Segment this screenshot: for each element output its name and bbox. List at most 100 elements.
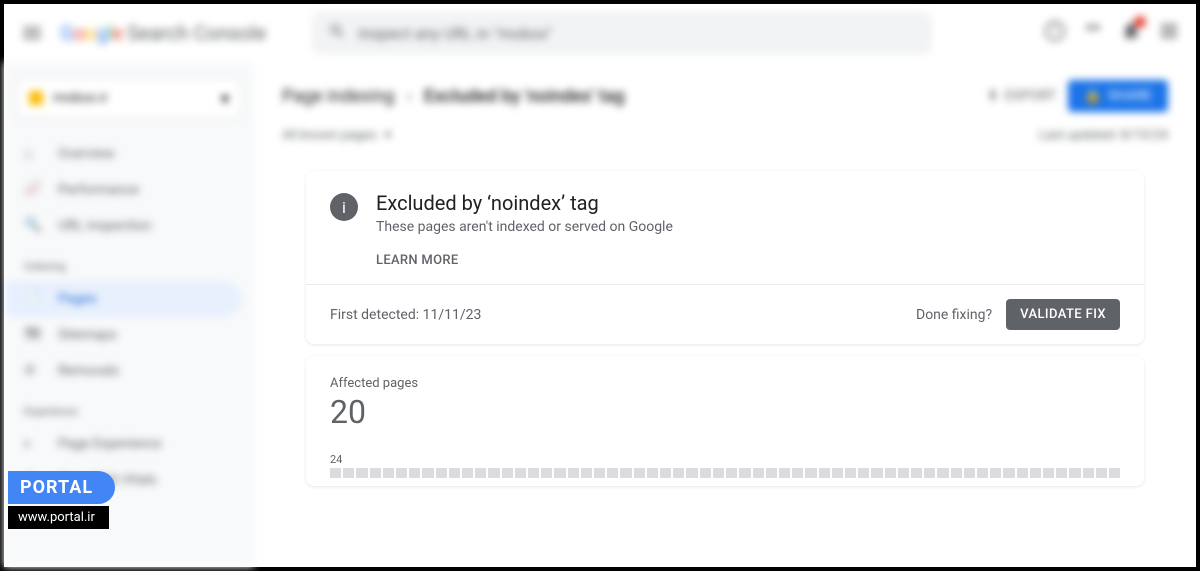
- chart-bar: [607, 468, 618, 478]
- people-icon[interactable]: [1082, 20, 1104, 46]
- chart-y-tick: 24: [330, 453, 1120, 466]
- search-placeholder: Inspect any URL in "mobox": [358, 24, 552, 43]
- chart-bar: [739, 468, 750, 478]
- breadcrumb-current: Excluded by 'noindex' tag: [424, 86, 625, 107]
- chart-bar: [686, 468, 697, 478]
- breadcrumb-parent[interactable]: Page indexing: [282, 86, 395, 107]
- sidebar-item-pages[interactable]: 📄 Pages: [4, 281, 242, 317]
- download-icon: ⬇: [987, 88, 999, 104]
- sidebar-item-sitemaps[interactable]: 🗺 Sitemaps: [4, 317, 242, 353]
- watermark-url: www.portal.ir: [8, 506, 109, 529]
- chart-bar: [858, 468, 869, 478]
- help-icon[interactable]: ?: [1044, 20, 1066, 46]
- chart-bar: [541, 468, 552, 478]
- chart-bar: [673, 468, 684, 478]
- block-icon: ⊘: [24, 362, 42, 380]
- last-updated: Last updated: 8/10/24: [1039, 128, 1168, 143]
- export-label: EXPORT: [1005, 88, 1057, 104]
- chart-bar: [713, 468, 724, 478]
- chart-bar: [568, 468, 579, 478]
- chart-bar: [1043, 468, 1054, 478]
- sidebar-item-label: Page Experience: [58, 436, 161, 452]
- chevron-down-icon: ▾: [385, 128, 392, 143]
- chart-bar: [871, 468, 882, 478]
- affected-count: 20: [330, 393, 1120, 431]
- chart-bar: [1069, 468, 1080, 478]
- chart-bar: [370, 468, 381, 478]
- trending-icon: 📈: [24, 181, 42, 199]
- notifications-icon[interactable]: [1120, 20, 1142, 46]
- learn-more-link[interactable]: LEARN MORE: [376, 253, 673, 268]
- chart-bar: [1030, 468, 1041, 478]
- chart-bar: [964, 468, 975, 478]
- chart-bar: [409, 468, 420, 478]
- chevron-down-icon: ▾: [221, 89, 229, 108]
- search-icon: 🔍: [24, 217, 42, 235]
- share-label: SHARE: [1108, 88, 1152, 104]
- menu-icon[interactable]: [20, 21, 44, 45]
- chart-bar: [911, 468, 922, 478]
- app-logo: Google Search Console: [60, 21, 266, 45]
- property-selector[interactable]: mobox.ir ▾: [16, 78, 242, 118]
- chart-bar: [581, 468, 592, 478]
- validate-fix-button[interactable]: VALIDATE FIX: [1006, 299, 1120, 330]
- chart-bar: [634, 468, 645, 478]
- issue-title: Excluded by ‘noindex’ tag: [376, 191, 673, 215]
- watermark: PORTAL www.portal.ir: [8, 471, 115, 529]
- property-name: mobox.ir: [53, 90, 211, 106]
- chart-bar: [805, 468, 816, 478]
- chart-bar: [937, 468, 948, 478]
- chart-bar: [396, 468, 407, 478]
- apps-icon[interactable]: [1158, 20, 1180, 46]
- sidebar-section-experience: Experience: [4, 397, 254, 426]
- sidebar-item-url-inspection[interactable]: 🔍 URL inspection: [4, 208, 242, 244]
- chart-bar: [502, 468, 513, 478]
- chart-bar: [766, 468, 777, 478]
- sidebar-section-indexing: Indexing: [4, 252, 254, 281]
- sidebar-item-performance[interactable]: 📈 Performance: [4, 172, 242, 208]
- chart-bar: [990, 468, 1001, 478]
- property-favicon: [29, 91, 43, 105]
- chart-bar: [528, 468, 539, 478]
- sidebar-item-removals[interactable]: ⊘ Removals: [4, 353, 242, 389]
- chart-bar: [832, 468, 843, 478]
- sidebar-item-label: Pages: [58, 291, 97, 307]
- affected-chart: 24: [330, 453, 1120, 478]
- lock-icon: 🔒: [1084, 88, 1101, 104]
- chart-bar: [594, 468, 605, 478]
- chart-bar: [924, 468, 935, 478]
- chart-bar: [462, 468, 473, 478]
- chart-bar: [977, 468, 988, 478]
- first-detected: First detected: 11/11/23: [330, 307, 481, 323]
- gauge-icon: ◐: [24, 435, 42, 453]
- sidebar-item-label: Overview: [58, 146, 115, 162]
- sitemap-icon: 🗺: [24, 326, 42, 344]
- chart-bar: [1083, 468, 1094, 478]
- sidebar-item-label: Removals: [58, 363, 119, 379]
- filter-chip[interactable]: All known pages ▾: [282, 128, 391, 143]
- chevron-right-icon: ›: [407, 86, 412, 107]
- chart-bar: [792, 468, 803, 478]
- issue-subtitle: These pages aren't indexed or served on …: [376, 219, 673, 235]
- sidebar-item-label: Performance: [58, 182, 139, 198]
- sidebar-item-page-experience[interactable]: ◐ Page Experience: [4, 426, 242, 462]
- sidebar-item-label: URL inspection: [58, 218, 151, 234]
- breadcrumb: Page indexing › Excluded by 'noindex' ta…: [282, 86, 625, 107]
- sidebar-item-overview[interactable]: ⌂ Overview: [4, 136, 242, 172]
- share-button[interactable]: 🔒 SHARE: [1068, 80, 1168, 112]
- search-input[interactable]: Inspect any URL in "mobox": [312, 12, 932, 54]
- chart-bar: [1096, 468, 1107, 478]
- export-button[interactable]: ⬇ EXPORT: [987, 88, 1056, 104]
- chart-bar: [620, 468, 631, 478]
- chart-bar: [819, 468, 830, 478]
- issue-card: i Excluded by ‘noindex’ tag These pages …: [306, 171, 1144, 344]
- chart-bar: [779, 468, 790, 478]
- chart-bar: [660, 468, 671, 478]
- chart-bar: [343, 468, 354, 478]
- chart-bar: [898, 468, 909, 478]
- chart-bar: [845, 468, 856, 478]
- chart-bar: [356, 468, 367, 478]
- main-content: Page indexing › Excluded by 'noindex' ta…: [254, 62, 1196, 567]
- chart-bar: [885, 468, 896, 478]
- file-icon: 📄: [24, 290, 42, 308]
